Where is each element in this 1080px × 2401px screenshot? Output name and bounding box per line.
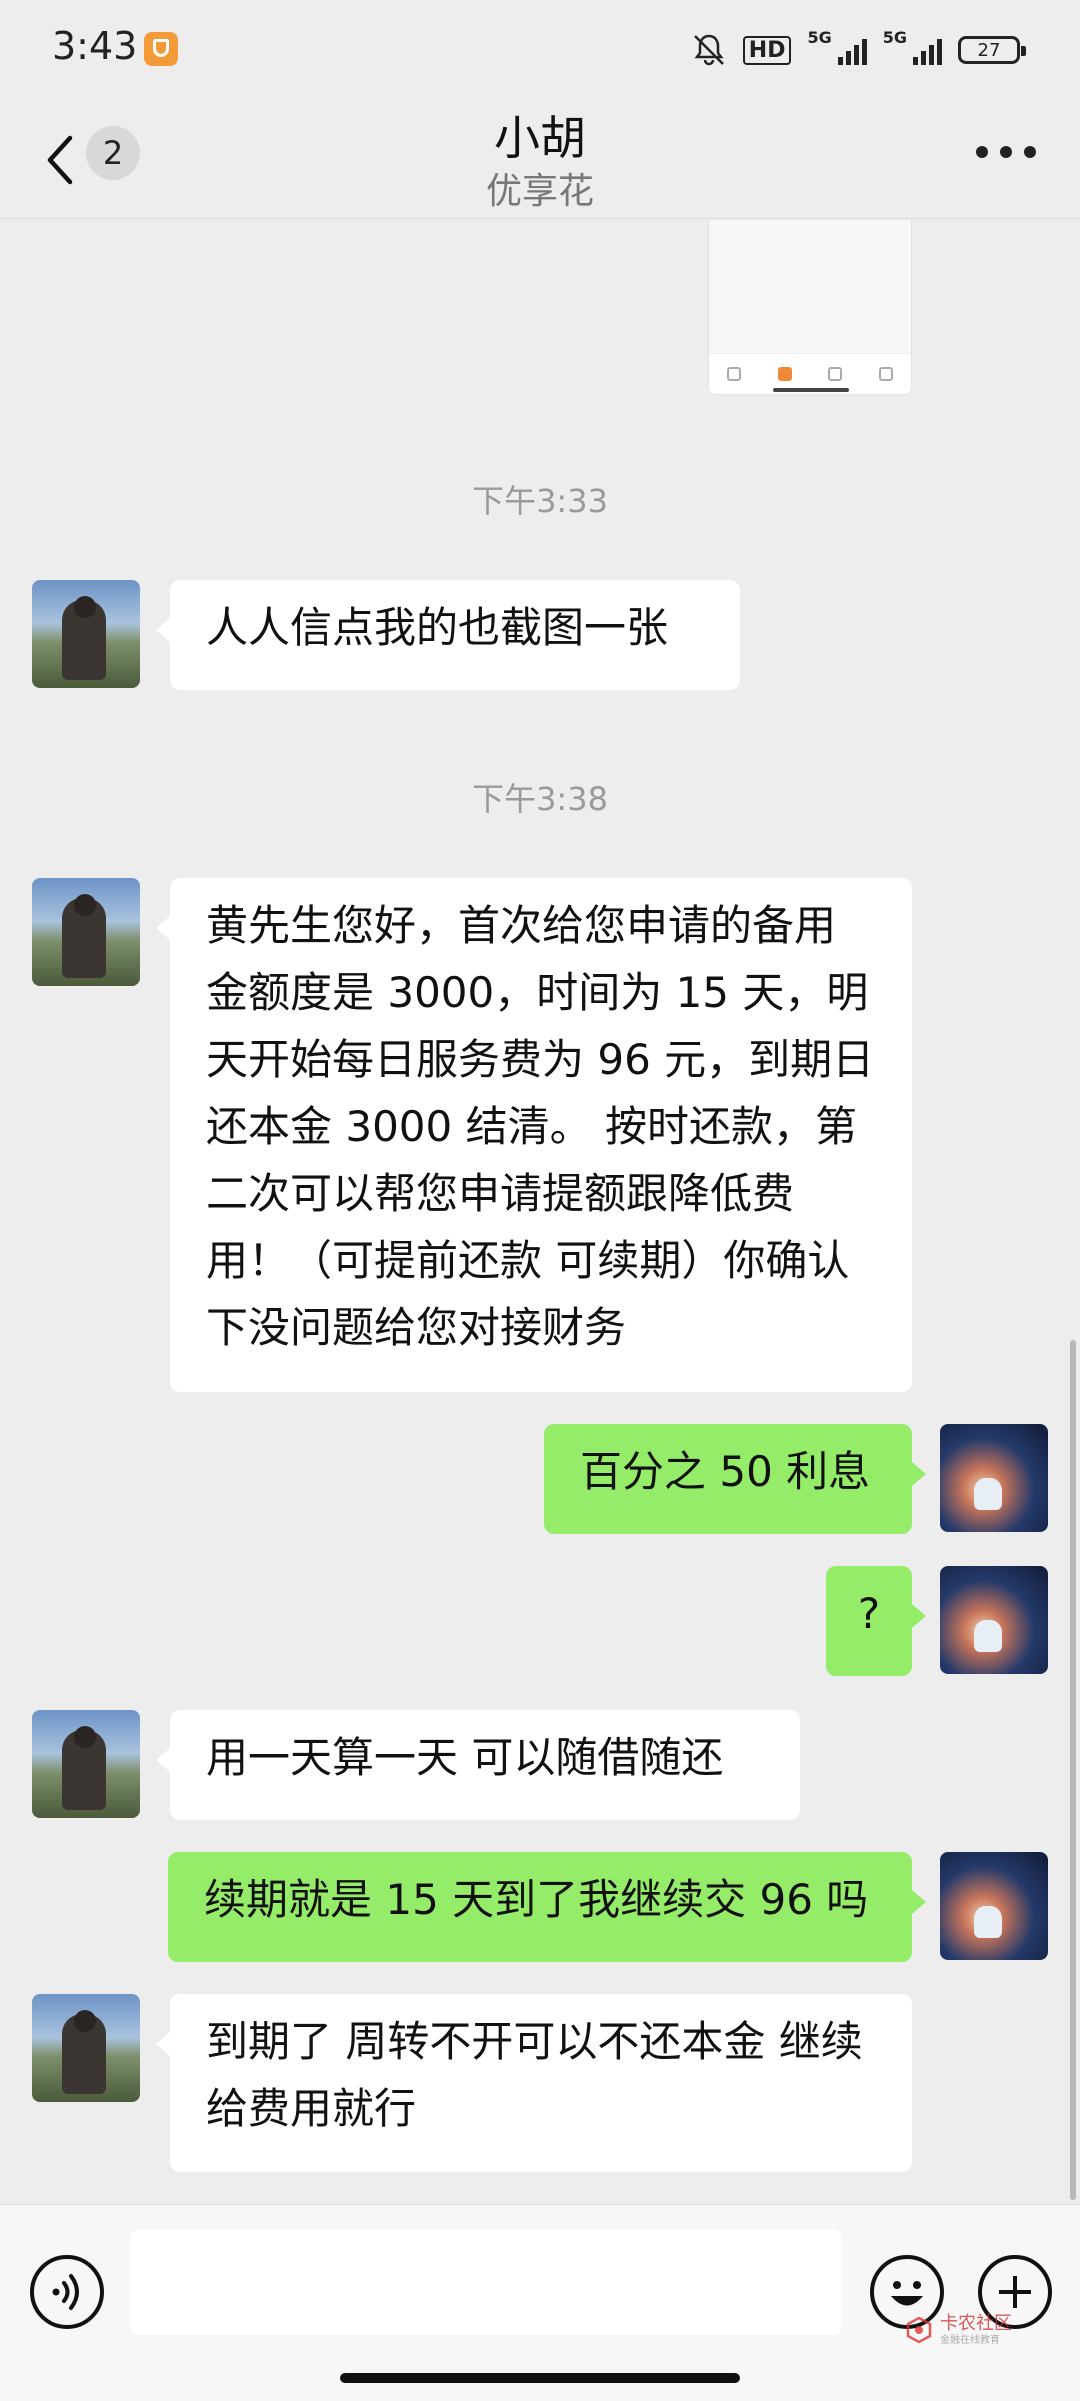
message-bubble-sent[interactable]: ?	[826, 1566, 926, 1676]
home-indicator[interactable]	[340, 2373, 740, 2383]
mute-bell-icon	[693, 34, 724, 66]
scrollbar[interactable]	[1070, 1340, 1076, 2200]
watermark-title: 卡农社区	[940, 2312, 1012, 2334]
avatar[interactable]	[32, 580, 140, 688]
avatar[interactable]	[32, 1710, 140, 1818]
message-bubble[interactable]: 到期了 周转不开可以不还本金 继续给费用就行	[156, 1994, 912, 2172]
status-bar: 3:43 HD 5G 5G 27	[0, 0, 1080, 100]
status-time: 3:43	[52, 24, 138, 68]
input-bar	[0, 2204, 1080, 2401]
chat-title: 小胡	[494, 111, 586, 165]
timestamp: 下午3:33	[472, 482, 608, 520]
avatar[interactable]	[32, 1994, 140, 2102]
thumbnail-indicator	[773, 388, 849, 392]
message-bubble[interactable]: 人人信点我的也截图一张	[156, 580, 740, 690]
timestamp: 下午3:38	[472, 780, 608, 818]
more-dots-icon[interactable]	[976, 146, 1036, 160]
avatar-self[interactable]	[940, 1566, 1048, 1674]
battery-level: 27	[977, 39, 1001, 61]
watermark: 卡农社区 金融在线教育	[904, 2310, 1012, 2350]
message-bubble-sent[interactable]: 续期就是 15 天到了我继续交 96 吗	[168, 1852, 926, 1962]
avatar-self[interactable]	[940, 1852, 1048, 1960]
message-input[interactable]	[130, 2229, 842, 2335]
avatar-self[interactable]	[940, 1424, 1048, 1532]
signal-icon	[913, 35, 942, 65]
message-bubble-sent[interactable]: 百分之 50 利息	[544, 1424, 926, 1534]
status-indicators: HD 5G 5G 27	[691, 28, 1026, 72]
network-type-1: 5G	[807, 28, 832, 47]
watermark-logo-icon	[906, 2316, 932, 2344]
shield-icon	[144, 32, 178, 66]
watermark-subtitle: 金融在线教育	[940, 2334, 1000, 2346]
hd-voice-icon: HD	[742, 35, 792, 65]
chat-subtitle: 优享花	[485, 171, 594, 212]
battery-icon: 27	[958, 36, 1026, 64]
message-bubble[interactable]: 用一天算一天 可以随借随还	[156, 1710, 800, 1820]
message-bubble[interactable]: 黄先生您好，首次给您申请的备用金额度是 3000，时间为 15 天，明天开始每日…	[156, 878, 912, 1392]
avatar[interactable]	[32, 878, 140, 986]
header-divider	[0, 218, 1080, 219]
voice-icon[interactable]	[30, 2255, 104, 2329]
network-type-2: 5G	[882, 28, 907, 47]
screenshot-image-message[interactable]	[708, 220, 912, 395]
signal-icon	[837, 35, 867, 65]
